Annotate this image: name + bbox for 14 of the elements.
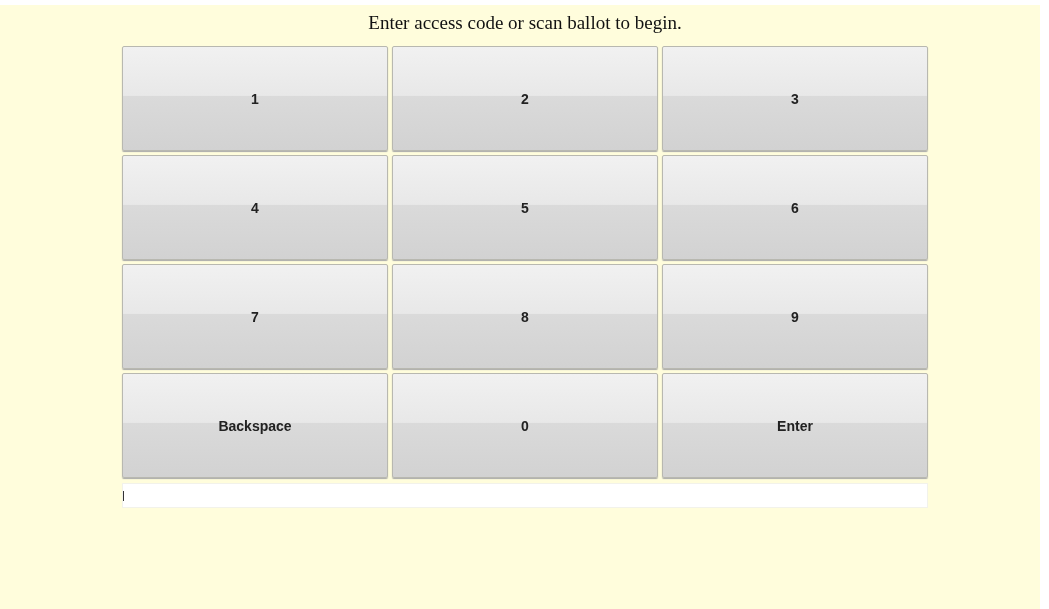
keypad-key[interactable]: Enter [662, 373, 928, 478]
keypad-key[interactable]: 7 [122, 264, 388, 369]
access-code-field[interactable] [122, 483, 928, 508]
keypad-key[interactable]: 1 [122, 46, 388, 151]
keypad-key[interactable]: 8 [392, 264, 658, 369]
keypad-key[interactable]: 5 [392, 155, 658, 260]
keypad-key[interactable]: Backspace [122, 373, 388, 478]
keypad-key[interactable]: 4 [122, 155, 388, 260]
keypad-key[interactable]: 6 [662, 155, 928, 260]
instruction-text: Enter access code or scan ballot to begin. [368, 12, 682, 35]
keypad-key[interactable]: 3 [662, 46, 928, 151]
keypad-key[interactable]: 2 [392, 46, 658, 151]
keypad-key[interactable]: 9 [662, 264, 928, 369]
keypad-key[interactable]: 0 [392, 373, 658, 478]
